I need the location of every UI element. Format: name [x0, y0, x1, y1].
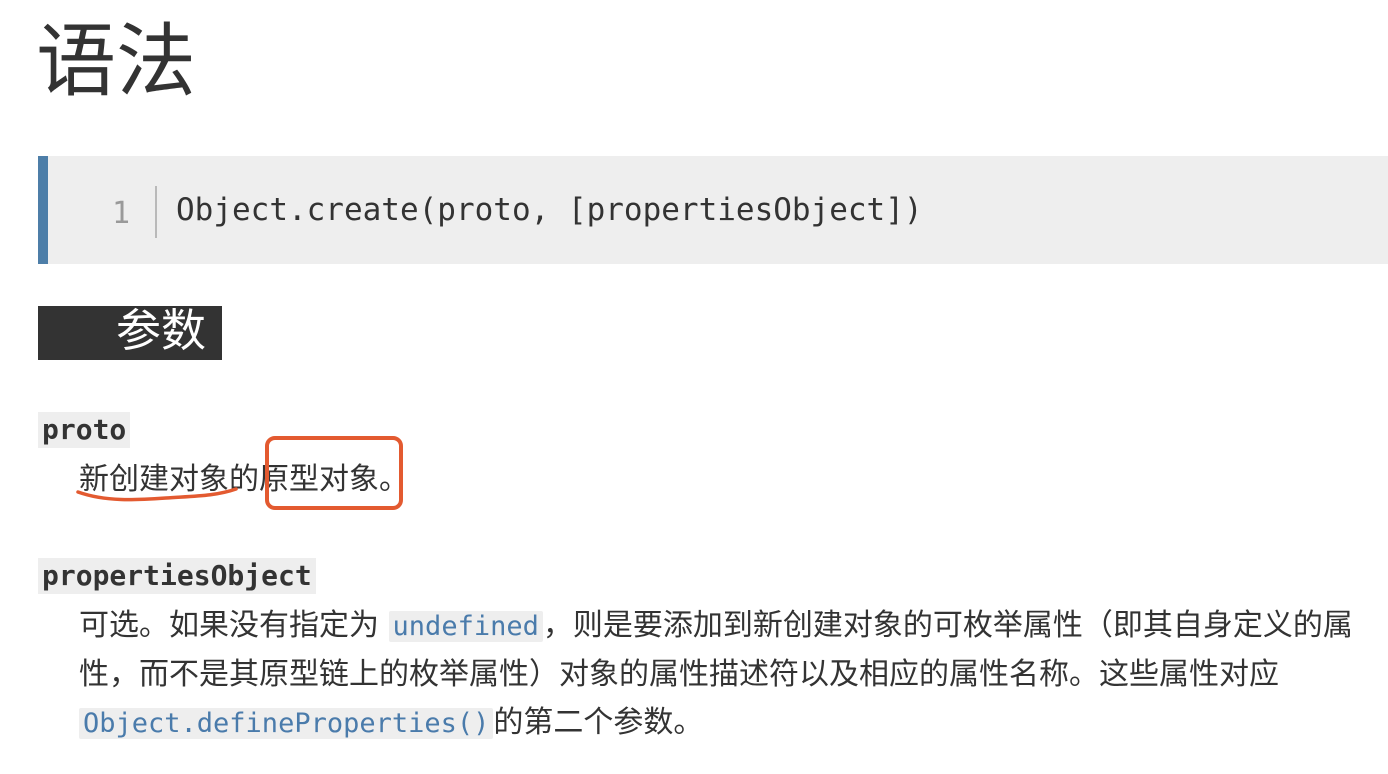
line-number: 1 — [111, 196, 131, 231]
propertiesobject-desc-1: 可选。如果没有指定为 — [79, 608, 389, 643]
inline-code-undefined[interactable]: undefined — [388, 611, 543, 642]
parameters-heading: 参数 — [38, 306, 222, 360]
annotation-underline — [76, 487, 238, 502]
gutter-divider — [155, 186, 157, 238]
param-name-propertiesobject: propertiesObject — [38, 558, 316, 594]
code-syntax: Object.create(proto, [propertiesObject]) — [176, 192, 923, 228]
param-name-proto: proto — [38, 412, 131, 448]
inline-code-defineproperties[interactable]: Object.defineProperties() — [79, 708, 494, 739]
param-desc-propertiesobject: 可选。如果没有指定为 undefined ，则是要添加到新创建对象的可枚举属性（即… — [79, 602, 1369, 748]
code-block: 1 Object.create(proto, [propertiesObject… — [38, 156, 1388, 264]
propertiesobject-desc-3: 的第二个参数。 — [493, 705, 704, 740]
annotation-box — [265, 436, 403, 510]
page-title: 语法 — [36, 15, 196, 108]
